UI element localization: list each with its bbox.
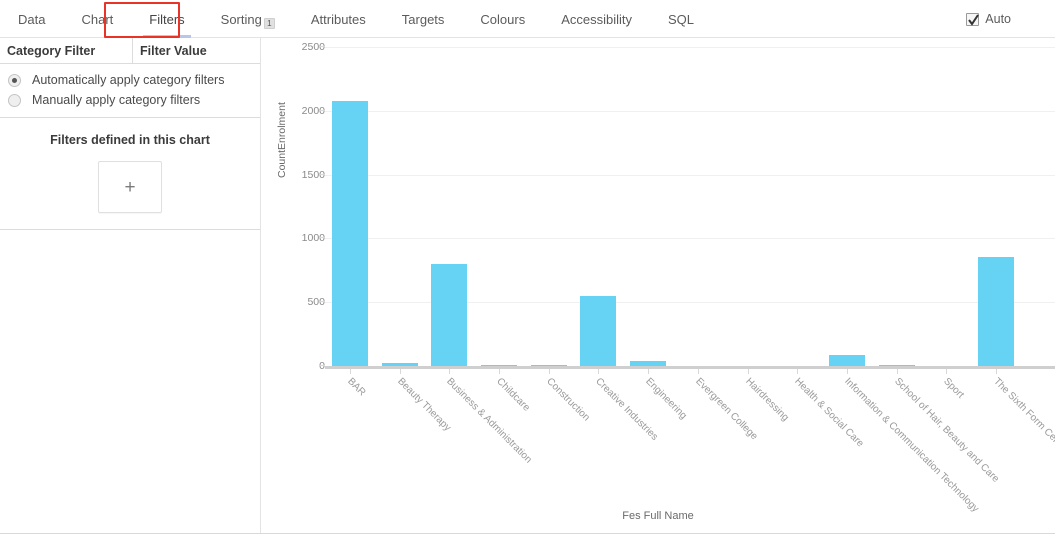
radio-automatic-indicator[interactable] [8,73,21,87]
auto-checkbox-row[interactable]: Auto [966,12,1011,26]
x-axis-tick-label: Business & Administration [444,376,535,466]
tab-label: Accessibility [561,11,633,27]
tab-attributes[interactable]: Attributes [293,0,384,38]
radio-manual-indicator[interactable] [8,93,21,107]
tab-accessibility[interactable]: Accessibility [543,0,650,38]
x-axis-tick-mark [449,369,451,374]
add-filter-button[interactable]: + [98,161,162,213]
tab-sql[interactable]: SQL [650,0,712,38]
tab-bar: Data Chart Filters Sorting 1 Attributes Target… [0,0,1055,38]
y-axis-tick-mark [319,173,325,175]
bar[interactable] [978,256,1015,366]
y-axis-ticks: 0 500 1000 1500 2000 2500 [261,38,325,534]
bar[interactable] [530,365,567,366]
y-axis-tick-label: 1000 [301,232,325,245]
y-axis-tick-mark [319,46,325,47]
column-header-filter-value: Filter Value [140,43,207,58]
x-axis-tick-mark [499,369,500,374]
x-axis-tick-label: Beauty Therapy [394,376,453,434]
x-axis-tick-label: Hairdressing [742,376,791,424]
y-axis-tick-mark [319,301,325,303]
x-axis-tick-mark [946,369,948,374]
bar[interactable] [829,355,865,366]
tab-chart[interactable]: Chart [63,0,131,38]
x-axis-tick-mark [349,369,351,374]
x-axis-tick-label: The Sixth Form Centre [991,376,1055,456]
tab-filters[interactable]: Filters [131,0,202,38]
radio-option-automatic[interactable]: Automatically apply category filters [0,70,260,90]
x-axis-tick-mark [548,369,550,374]
tab-badge-count: 1 [263,18,275,29]
y-axis-tick-mark [319,109,325,111]
radio-manual-label: Manually apply category filters [32,93,201,107]
category-filter-card: Category Filter Filter Value Automatical… [0,38,260,230]
x-axis-tick-mark [847,369,848,374]
bar[interactable] [630,360,667,366]
tab-targets[interactable]: Targets [384,0,463,38]
tab-label: Targets [401,11,445,27]
x-axis-tick-mark [648,369,650,374]
filter-table-header: Category Filter Filter Value [0,38,260,64]
x-axis-tick-label: BAR [345,376,368,399]
tab-data[interactable]: Data [0,0,63,38]
bar[interactable] [481,364,517,366]
x-axis-tick-label: Sport [941,376,967,401]
add-filter-area: + [0,147,260,229]
tab-label: Chart [81,11,114,27]
y-axis-tick-mark [319,237,325,239]
plus-icon: + [124,176,136,198]
auto-label: Auto [985,12,1011,26]
x-axis-tick-mark [996,369,998,374]
grid-line [325,174,1055,176]
x-axis-tick-label: Construction [543,376,592,424]
tab-label: Filters [149,11,185,27]
auto-checkbox[interactable] [966,12,980,26]
y-axis-tick-label: 500 [307,296,325,309]
y-axis-tick-label: 2000 [301,104,325,117]
grid-line [325,47,1055,48]
tab-colours[interactable]: Colours [462,0,543,38]
filters-defined-title: Filters defined in this chart [50,133,210,147]
x-axis-tick-label: Engineering [643,376,689,422]
tab-label: Data [18,11,46,27]
x-axis-tick-label: Childcare [494,376,532,414]
tab-label: SQL [668,11,695,27]
radio-option-manual[interactable]: Manually apply category filters [0,90,260,110]
y-axis-tick-label: 0 [319,360,325,372]
x-axis-tick-mark [697,369,699,374]
bar[interactable] [878,364,915,366]
chart-preview: CountEnrolment 0 500 1000 1500 2000 2500 BAR B… [261,38,1055,534]
bar[interactable] [381,363,418,366]
grid-line [325,238,1055,240]
x-axis-tick-label: School of Hair, Beauty and Care [891,376,1001,485]
column-header-category-filter: Category Filter [0,38,133,63]
tab-list: Data Chart Filters Sorting 1 Attributes Target… [0,0,712,38]
tab-label: Sorting [220,11,262,27]
x-axis-tick-mark [598,369,600,374]
x-axis-tick-mark [797,369,799,374]
y-axis-tick-label: 2500 [301,41,325,53]
grid-line [325,110,1055,112]
bar[interactable] [580,296,617,366]
y-axis-tick-label: 1500 [301,168,325,181]
bar-chart: CountEnrolment 0 500 1000 1500 2000 2500 BAR B… [261,38,1055,534]
tab-sorting[interactable]: Sorting 1 [203,0,293,38]
x-axis-tick-mark [399,369,401,374]
x-axis-tick-mark [747,369,749,374]
tab-label: Colours [480,11,526,27]
tab-label: Attributes [310,11,366,27]
filters-panel: Category Filter Filter Value Automatical… [0,38,261,534]
bar[interactable] [431,263,468,366]
radio-automatic-label: Automatically apply category filters [32,73,225,87]
x-axis-title: Fes Full Name [622,510,694,522]
apply-mode-radio-group: Automatically apply category filters Man… [0,64,260,118]
bar[interactable] [331,101,368,366]
x-axis-tick-mark [896,369,898,374]
